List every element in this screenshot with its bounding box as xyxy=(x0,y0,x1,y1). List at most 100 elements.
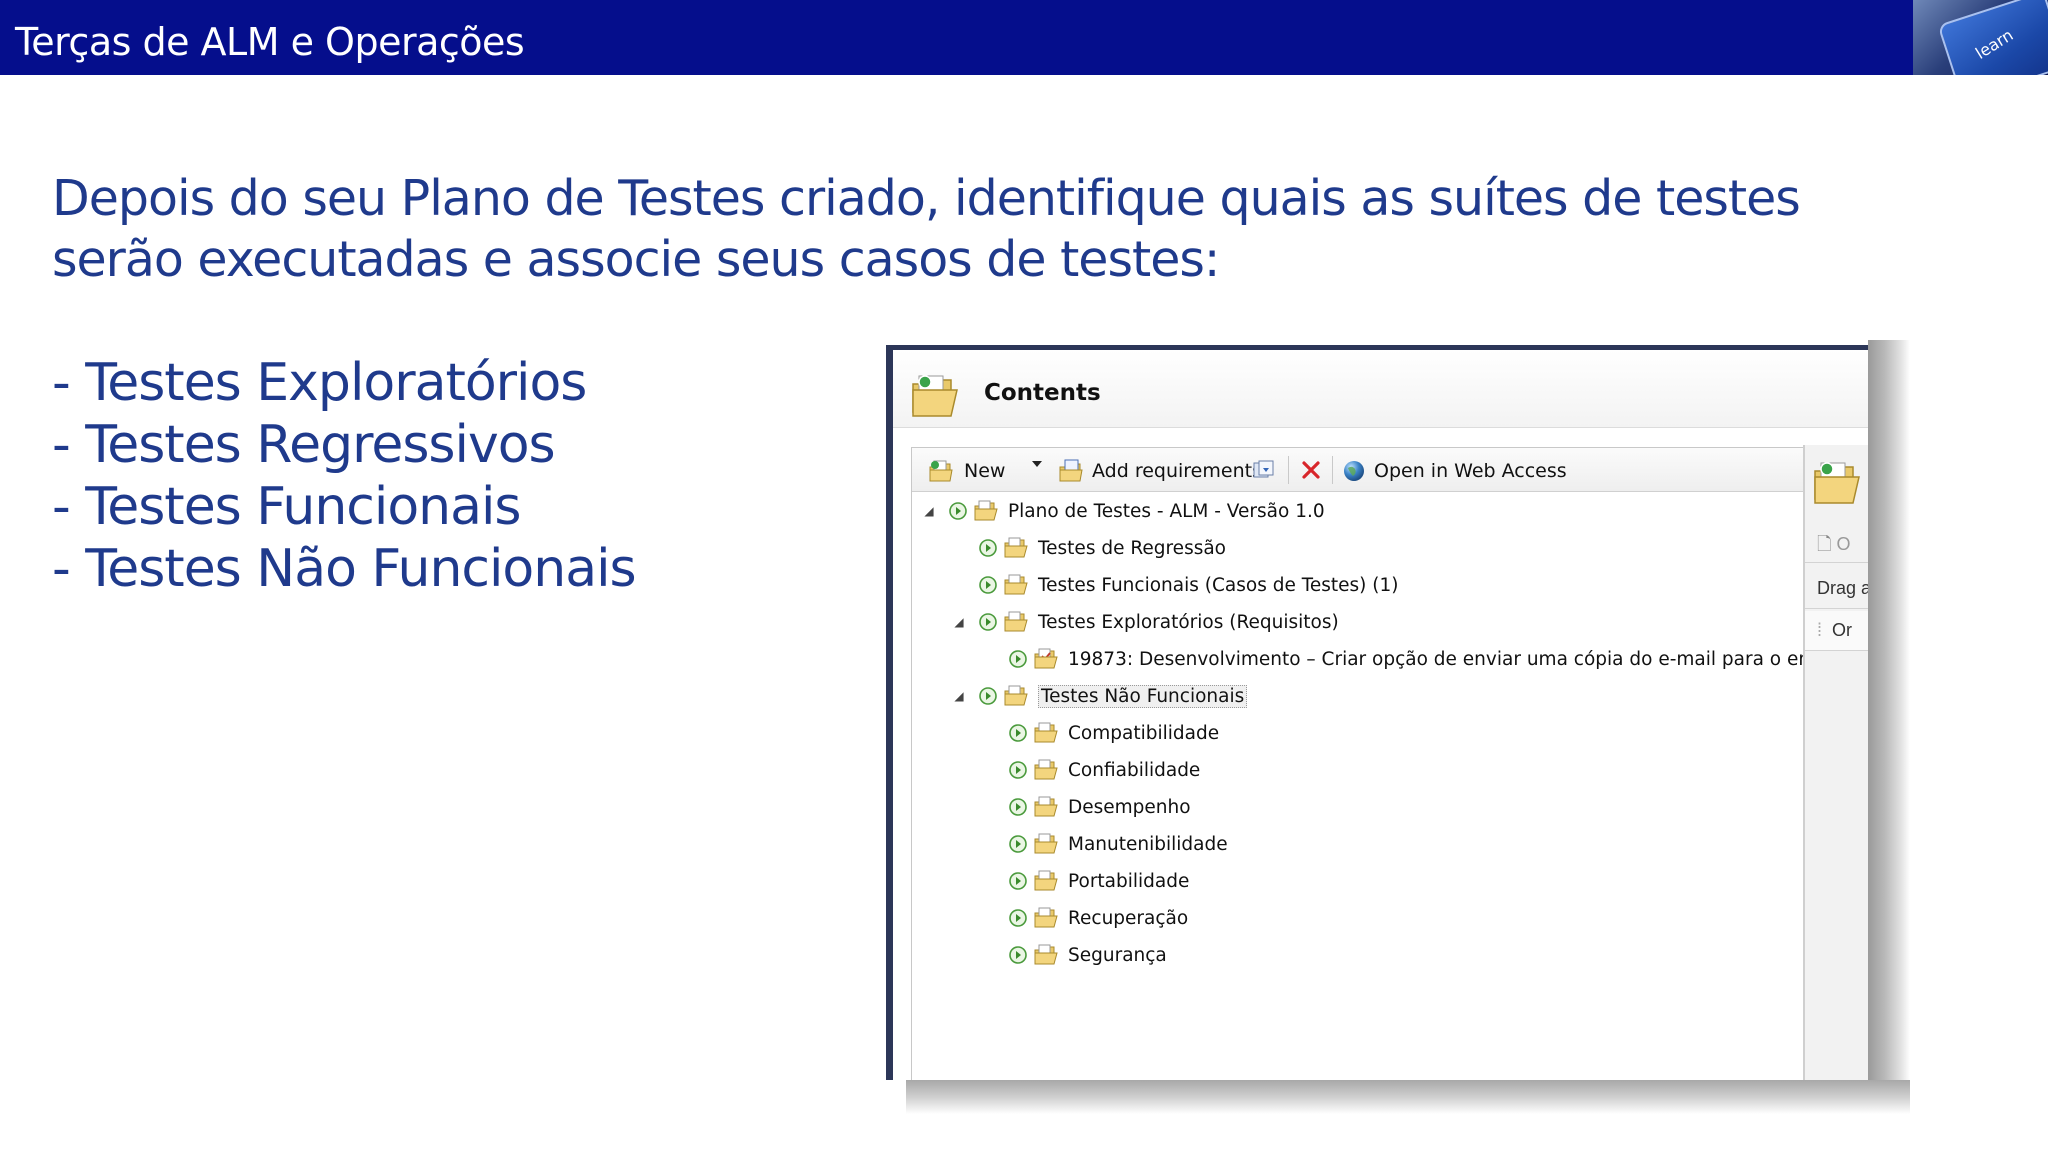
window-shadow-bottom xyxy=(906,1080,1910,1114)
folder-icon xyxy=(1034,870,1058,891)
test-suite-tree-panel: New Add requirements Open in Web Access … xyxy=(911,447,1852,1080)
tree-node[interactable]: ◢ Manutenibilidade xyxy=(980,829,1228,859)
add-requirements-icon xyxy=(1059,459,1083,482)
tree-node-label: 19873: Desenvolvimento – Criar opção de … xyxy=(1068,648,1852,670)
tree-node[interactable]: ◢ Testes Funcionais (Casos de Testes) (1… xyxy=(950,570,1398,600)
tree-node[interactable]: ◢ Recuperação xyxy=(980,903,1188,933)
key-label: learn xyxy=(1972,25,2017,63)
collapse-arrow-icon[interactable]: ◢ xyxy=(950,689,968,703)
tree-node-label: Recuperação xyxy=(1068,907,1189,929)
delete-button[interactable] xyxy=(1300,459,1322,481)
test-plan-window: Contents New Add requirements Open in We… xyxy=(886,345,1868,1080)
toolbar-separator xyxy=(1332,456,1333,484)
refresh-button[interactable] xyxy=(1252,459,1276,481)
bullet-item: - Testes Exploratórios xyxy=(52,353,587,413)
tree-node-label: Testes Exploratórios (Requisitos) xyxy=(1038,611,1339,633)
right-pane-truncated-label: O xyxy=(1836,534,1851,554)
add-requirements-label: Add requirements xyxy=(1092,460,1262,482)
tree-node[interactable]: ◢ Confiabilidade xyxy=(980,755,1200,785)
page-icon: 🗋 xyxy=(1817,534,1837,554)
grip-icon: ⁞ xyxy=(1817,620,1823,640)
folder-icon xyxy=(1034,722,1058,743)
suite-status-icon xyxy=(979,613,997,631)
suite-status-icon xyxy=(979,576,997,594)
tree-node-label: Testes Não Funcionais xyxy=(1038,684,1248,708)
key-cap: learn xyxy=(1937,0,2048,75)
tree-node[interactable]: ◢ Desempenho xyxy=(980,792,1191,822)
folder-icon xyxy=(1004,685,1028,706)
toolbar-separator xyxy=(1288,456,1289,484)
suite-status-icon xyxy=(1009,909,1027,927)
suite-status-icon xyxy=(979,539,997,557)
intro-text: Depois do seu Plano de Testes criado, id… xyxy=(52,170,1801,288)
bullet-list: - Testes Exploratórios - Testes Regressi… xyxy=(52,352,637,600)
contents-folder-icon xyxy=(1814,462,1860,504)
folder-icon xyxy=(1034,796,1058,817)
right-pane-toolbar-item[interactable]: 🗋 O xyxy=(1805,523,1868,563)
new-dropdown-button[interactable] xyxy=(1030,459,1044,469)
tree-node-requirement[interactable]: ◢ 19873: Desenvolvimento – Criar opção d… xyxy=(980,644,1852,674)
bullet-item: - Testes Regressivos xyxy=(52,415,556,475)
new-suite-icon xyxy=(929,460,953,482)
collapse-arrow-icon[interactable]: ◢ xyxy=(920,504,938,518)
tree-node-label: Compatibilidade xyxy=(1068,722,1220,744)
tree-node-selected[interactable]: ◢ Testes Não Funcionais xyxy=(950,681,1248,711)
tree-node-label: Testes de Regressão xyxy=(1038,537,1226,559)
keyboard-key-image: learn xyxy=(1913,0,2048,75)
collapse-arrow-icon[interactable]: ◢ xyxy=(950,615,968,629)
contents-title: Contents xyxy=(984,380,1101,406)
bullet-item: - Testes Não Funcionais xyxy=(52,539,637,599)
contents-header: Contents xyxy=(893,350,1868,428)
tree-node[interactable]: ◢ Portabilidade xyxy=(980,866,1189,896)
requirement-folder-icon xyxy=(1034,648,1058,669)
drag-hint: Drag a xyxy=(1805,569,1868,609)
toolbar: New Add requirements Open in Web Access xyxy=(912,448,1806,492)
suite-status-icon xyxy=(1009,798,1027,816)
folder-icon xyxy=(974,500,998,521)
right-detail-pane: 🗋 O Drag a ⁞ Or xyxy=(1803,445,1868,1080)
tree-root-node[interactable]: ◢ Plano de Testes - ALM - Versão 1.0 xyxy=(920,496,1325,526)
tree-node-label: Portabilidade xyxy=(1068,870,1190,892)
open-web-access-button[interactable]: Open in Web Access xyxy=(1342,459,1567,483)
tree-node-label: Desempenho xyxy=(1068,796,1191,818)
suite-status-icon xyxy=(949,502,967,520)
suite-status-icon xyxy=(1009,946,1027,964)
tree-node-label: Confiabilidade xyxy=(1068,759,1201,781)
tree-node-label: Manutenibilidade xyxy=(1068,833,1228,855)
open-web-access-label: Open in Web Access xyxy=(1374,460,1567,482)
suite-status-icon xyxy=(1009,835,1027,853)
tree-node[interactable]: ◢ Compatibilidade xyxy=(980,718,1219,748)
suite-status-icon xyxy=(1009,761,1027,779)
tree-node-label: Segurança xyxy=(1068,944,1167,966)
contents-folder-icon xyxy=(912,375,958,417)
refresh-icon xyxy=(1253,460,1274,478)
folder-icon xyxy=(1004,537,1028,558)
dropdown-arrow-icon xyxy=(1032,461,1042,467)
delete-icon xyxy=(1302,461,1320,479)
folder-icon xyxy=(1034,833,1058,854)
folder-icon xyxy=(1004,611,1028,632)
slide-header: Terças de ALM e Operações learn xyxy=(0,0,2048,75)
globe-icon xyxy=(1344,461,1364,481)
suite-status-icon xyxy=(979,687,997,705)
column-header-label: Or xyxy=(1832,620,1853,640)
suite-status-icon xyxy=(1009,724,1027,742)
tree-node[interactable]: ◢ Testes de Regressão xyxy=(950,533,1226,563)
header-title: Terças de ALM e Operações xyxy=(15,20,525,64)
new-button-label: New xyxy=(964,460,1006,482)
new-button[interactable]: New xyxy=(928,459,1005,483)
suite-status-icon xyxy=(1009,650,1027,668)
folder-icon xyxy=(1034,907,1058,928)
tree-node[interactable]: ◢ Testes Exploratórios (Requisitos) xyxy=(950,607,1339,637)
bullet-item: - Testes Funcionais xyxy=(52,477,521,537)
tree-node-label: Plano de Testes - ALM - Versão 1.0 xyxy=(1008,500,1325,522)
folder-icon xyxy=(1004,574,1028,595)
tree-node[interactable]: ◢ Segurança xyxy=(980,940,1167,970)
folder-icon xyxy=(1034,944,1058,965)
folder-icon xyxy=(1034,759,1058,780)
column-header[interactable]: ⁞ Or xyxy=(1805,611,1868,651)
suite-status-icon xyxy=(1009,872,1027,890)
window-shadow-right xyxy=(1868,340,1910,1090)
add-requirements-button[interactable]: Add requirements xyxy=(1058,459,1262,483)
tree-node-label: Testes Funcionais (Casos de Testes) (1) xyxy=(1038,574,1399,596)
